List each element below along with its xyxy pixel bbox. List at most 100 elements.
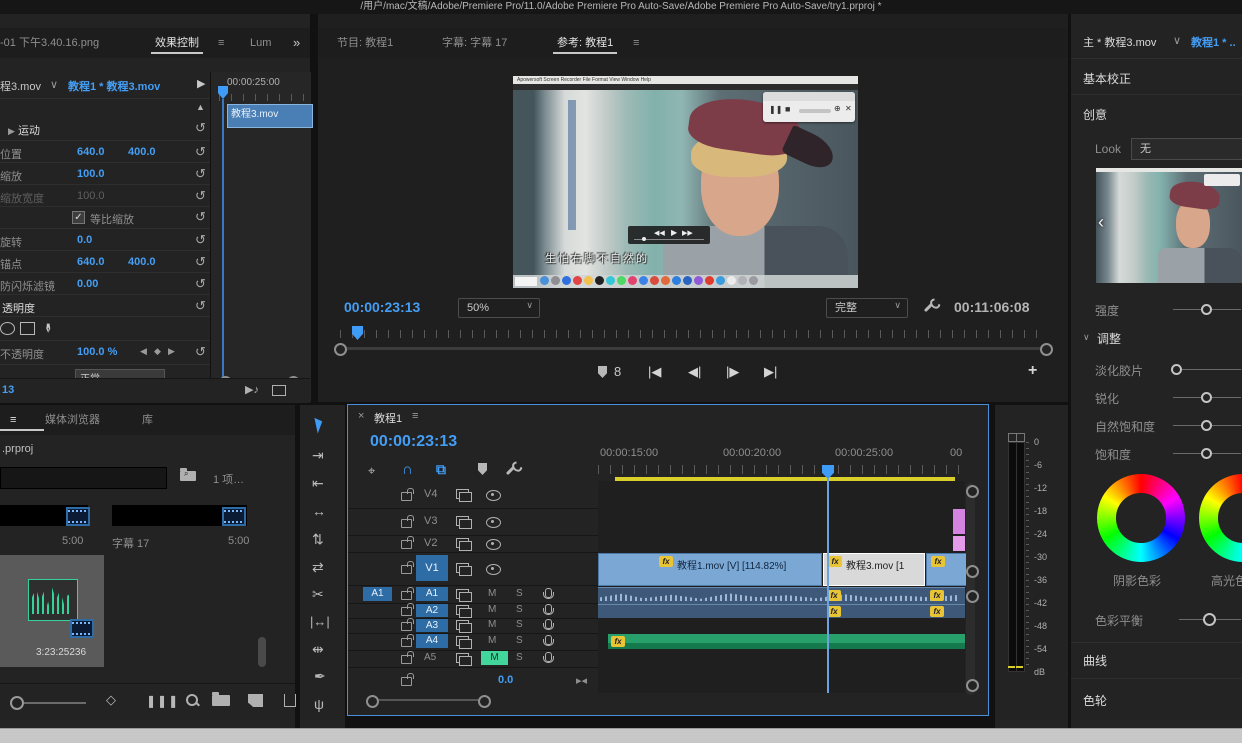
fx-badge[interactable]: fx	[828, 556, 842, 567]
play-audio-icon[interactable]: ▶♪	[245, 383, 259, 396]
tab-lumetri-scopes[interactable]: Lum	[250, 28, 271, 58]
program-scrollbar[interactable]	[340, 347, 1046, 350]
section-creative[interactable]: 创意	[1083, 106, 1107, 123]
go-to-out-icon[interactable]: ▶|	[764, 364, 777, 380]
master-volume-value[interactable]: 0.0	[498, 674, 513, 686]
track-select-backward-tool[interactable]: ⇤	[312, 475, 324, 492]
pen-tool[interactable]: ✒	[314, 668, 326, 685]
fx-badge[interactable]: fx	[930, 606, 944, 617]
ecp-ruler-ticks[interactable]	[219, 94, 311, 101]
solo-button[interactable]: S	[516, 604, 523, 615]
dock-icon-trash[interactable]	[749, 276, 758, 285]
reset-antiflicker-icon[interactable]: ↺	[195, 276, 206, 292]
scale-value[interactable]: 100.0	[77, 168, 105, 180]
clip-a2-audio[interactable]: fx fx	[598, 604, 965, 618]
timeline-settings-wrench-icon[interactable]	[510, 463, 513, 479]
mute-button[interactable]: M	[488, 619, 496, 630]
track-name-a2[interactable]: A2	[416, 604, 448, 617]
clip-v1-tutorial1[interactable]: fx 教程1.mov [V] [114.82%]	[598, 553, 822, 586]
dock-icon[interactable]	[650, 276, 659, 285]
clip-a1-audio[interactable]: fx fx	[598, 587, 965, 604]
track-output-eye-icon[interactable]	[486, 490, 501, 504]
sync-lock-icon[interactable]	[456, 653, 469, 666]
clip-indicator-right[interactable]	[1016, 433, 1025, 442]
mini-play-icon[interactable]: ▶	[671, 228, 677, 237]
dock-icon[interactable]	[628, 276, 637, 285]
voiceover-mic-icon[interactable]	[545, 635, 552, 648]
tab-captions[interactable]: 字幕: 字幕 17	[442, 28, 507, 58]
reset-position-icon[interactable]: ↺	[195, 144, 206, 160]
slip-tool[interactable]: |↔|	[310, 614, 330, 629]
next-keyframe-icon[interactable]: ▶	[168, 346, 175, 357]
scroll-knob[interactable]	[966, 485, 979, 498]
loop-playback-icon[interactable]: 8	[614, 364, 621, 379]
saturation-slider-knob[interactable]	[1201, 448, 1212, 459]
dock-icon[interactable]	[606, 276, 615, 285]
source-patch-a1[interactable]: A1	[363, 587, 392, 601]
program-timecode[interactable]: 00:00:23:13	[344, 299, 420, 315]
fit-clip-icon[interactable]: ▸◂	[576, 674, 587, 687]
program-menu-icon[interactable]: ≡	[633, 28, 639, 58]
reset-scale-width-icon[interactable]: ↺	[195, 188, 206, 204]
clear-trash-icon[interactable]	[284, 694, 296, 707]
program-scrubber-ticks[interactable]	[340, 330, 1046, 338]
voiceover-mic-icon[interactable]	[545, 619, 552, 632]
adjustments-label[interactable]: 调整	[1097, 330, 1121, 347]
timeline-menu-icon[interactable]: ≡	[412, 410, 418, 422]
reset-anchor-icon[interactable]: ↺	[195, 254, 206, 270]
timeline-h-zoom-track[interactable]	[372, 699, 484, 701]
prev-look-chevron-icon[interactable]: ‹	[1098, 212, 1104, 233]
project-search-input[interactable]	[0, 467, 167, 489]
go-to-in-icon[interactable]: |◀	[648, 364, 661, 380]
list-view-icon[interactable]: ❚❚❚	[146, 694, 179, 708]
track-name-v1[interactable]: V1	[416, 555, 448, 581]
dock-icon[interactable]	[562, 276, 571, 285]
tab-program[interactable]: 节目: 教程1	[337, 28, 393, 58]
mini-scrub-knob[interactable]	[642, 237, 646, 241]
fx-badge[interactable]: fx	[931, 556, 945, 567]
sync-lock-icon[interactable]	[456, 516, 469, 529]
sync-lock-icon[interactable]	[456, 589, 469, 602]
uniform-scale-checkbox[interactable]: ✓	[72, 211, 85, 224]
lock-icon[interactable]	[401, 591, 412, 603]
monitor-settings-wrench-icon[interactable]	[928, 300, 931, 316]
chevron-down-icon[interactable]: ∨	[1173, 34, 1181, 47]
solo-button[interactable]: S	[516, 652, 523, 663]
dock-icon[interactable]	[573, 276, 582, 285]
section-color-wheels[interactable]: 色轮	[1083, 692, 1107, 709]
zoom-level-select[interactable]: 50% ∨	[458, 298, 540, 318]
export-frame-icon[interactable]	[272, 385, 286, 396]
fx-badge[interactable]: fx	[611, 636, 625, 647]
reset-rotation-icon[interactable]: ↺	[195, 232, 206, 248]
fx-badge[interactable]: fx	[827, 606, 841, 617]
track-output-eye-icon[interactable]	[486, 539, 501, 553]
ecp-clip-bar[interactable]: 教程3.mov	[227, 104, 313, 128]
recorder-zoom-icon[interactable]: ⊕	[834, 104, 841, 113]
chevron-down-icon[interactable]: ∨	[50, 78, 58, 91]
track-select-forward-tool[interactable]: ⇥	[312, 447, 324, 464]
faded-film-slider-knob[interactable]	[1171, 364, 1182, 375]
lock-icon[interactable]	[401, 540, 412, 552]
dock-icon[interactable]	[551, 276, 560, 285]
sync-lock-icon[interactable]	[456, 620, 469, 633]
grid-item-3-selected[interactable]: 3:23:25236	[0, 555, 104, 667]
dock-icon[interactable]	[716, 276, 725, 285]
hand-tool[interactable]: ψ	[314, 696, 324, 712]
dock-icon[interactable]	[672, 276, 681, 285]
timeline-ruler[interactable]: 00:00:15:00 00:00:20:00 00:00:25:00 00	[598, 445, 965, 478]
look-select[interactable]: 无	[1131, 138, 1242, 160]
insert-overwrite-target-icon[interactable]: ⌖	[368, 463, 375, 479]
recorder-close-icon[interactable]: ✕	[845, 104, 852, 113]
fx-badge[interactable]: fx	[659, 556, 673, 567]
selection-tool[interactable]	[316, 417, 323, 436]
voiceover-mic-icon[interactable]	[545, 652, 552, 665]
rolling-edit-tool[interactable]: ⇅	[312, 531, 324, 548]
faded-film-slider-track[interactable]	[1173, 369, 1241, 370]
dock-icon[interactable]	[584, 276, 593, 285]
mute-button[interactable]: M	[488, 604, 496, 615]
vibrance-slider-knob[interactable]	[1201, 420, 1212, 431]
search-bin-icon[interactable]: ⌕	[180, 471, 196, 484]
sync-lock-icon[interactable]	[456, 563, 469, 576]
tab-libraries[interactable]: 库	[142, 405, 153, 435]
lock-icon[interactable]	[401, 565, 412, 577]
